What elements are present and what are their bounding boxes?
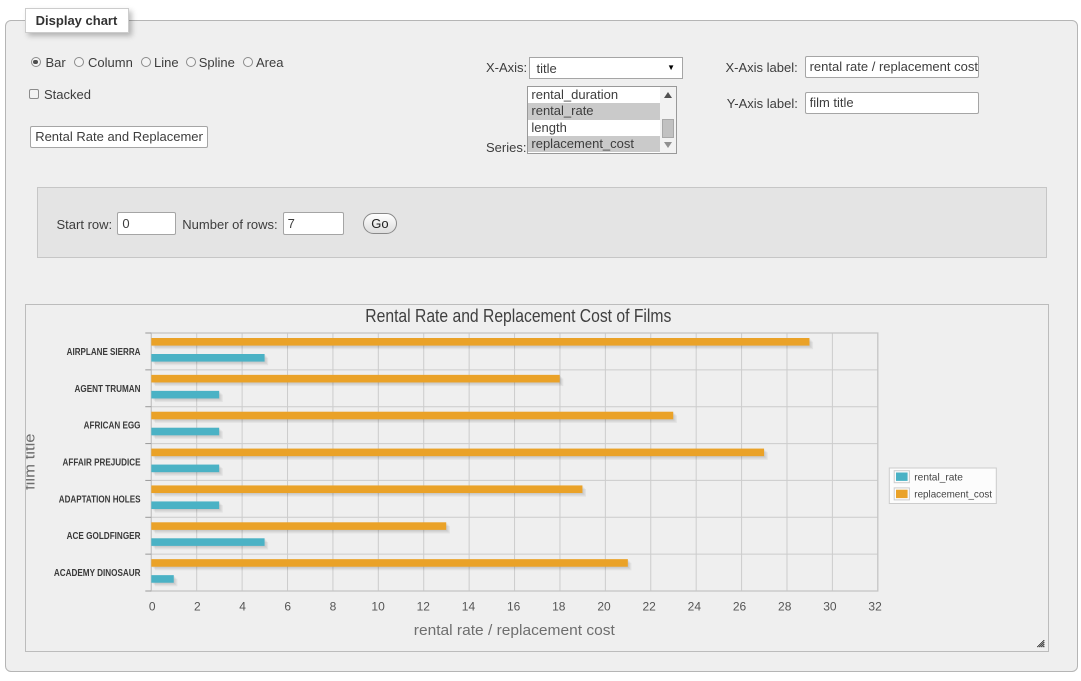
svg-text:18: 18: [552, 600, 566, 614]
svg-text:ADAPTATION HOLES: ADAPTATION HOLES: [58, 494, 140, 505]
svg-text:4: 4: [239, 600, 246, 614]
svg-text:22: 22: [642, 600, 656, 614]
svg-text:rental_rate: rental_rate: [914, 472, 963, 484]
svg-text:14: 14: [461, 600, 475, 614]
svg-text:26: 26: [733, 600, 747, 614]
svg-text:30: 30: [823, 600, 837, 614]
svg-text:AIRPLANE SIERRA: AIRPLANE SIERRA: [66, 347, 140, 358]
svg-text:12: 12: [416, 600, 430, 614]
svg-text:8: 8: [329, 600, 336, 614]
svg-text:Rental Rate and Replacement Co: Rental Rate and Replacement Cost of Film…: [365, 306, 671, 326]
svg-text:AFFAIR PREJUDICE: AFFAIR PREJUDICE: [62, 458, 140, 469]
svg-text:24: 24: [687, 600, 701, 614]
svg-text:ACADEMY DINOSAUR: ACADEMY DINOSAUR: [54, 568, 141, 579]
svg-text:replacement_cost: replacement_cost: [914, 489, 992, 501]
svg-text:ACE GOLDFINGER: ACE GOLDFINGER: [66, 531, 140, 542]
svg-text:32: 32: [868, 600, 882, 614]
svg-text:2: 2: [194, 600, 201, 614]
svg-text:16: 16: [507, 600, 521, 614]
svg-text:28: 28: [778, 600, 792, 614]
svg-text:20: 20: [597, 600, 611, 614]
svg-text:film title: film title: [26, 433, 39, 490]
svg-text:AFRICAN EGG: AFRICAN EGG: [83, 421, 140, 432]
svg-text:AGENT TRUMAN: AGENT TRUMAN: [74, 384, 140, 395]
svg-text:6: 6: [284, 600, 291, 614]
svg-text:10: 10: [371, 600, 385, 614]
svg-text:rental rate / replacement cost: rental rate / replacement cost: [413, 622, 615, 639]
svg-text:0: 0: [149, 600, 156, 614]
